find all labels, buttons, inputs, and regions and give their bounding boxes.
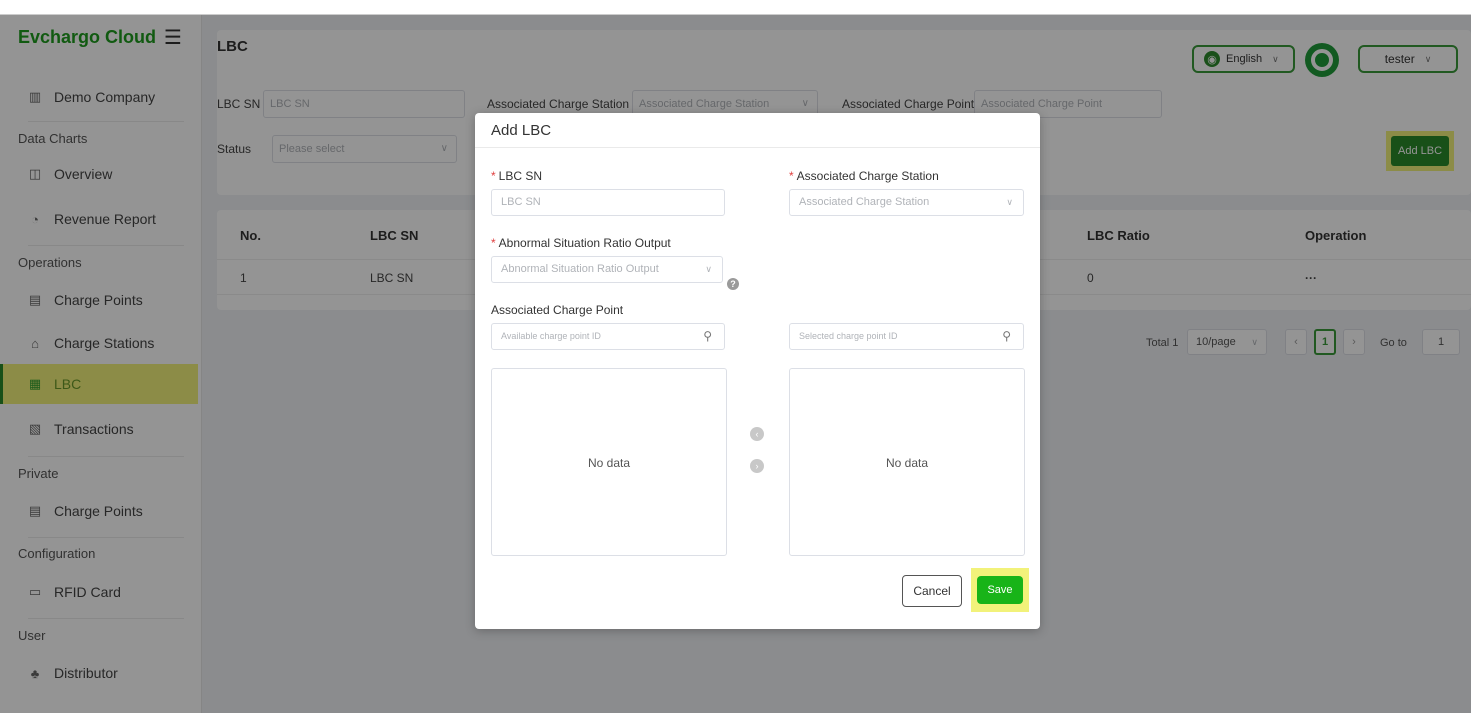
dialog-divider [475, 147, 1040, 148]
app-frame: Evchargo Cloud ☰ ▥ Demo Company Data Cha… [0, 14, 1471, 713]
ratio-output-label: * Abnormal Situation Ratio Output [491, 236, 671, 250]
placeholder-text: Selected charge point ID [799, 331, 898, 341]
chevron-down-icon: ∨ [705, 264, 712, 274]
placeholder-text: Associated Charge Station [799, 196, 930, 208]
label-text: Abnormal Situation Ratio Output [498, 236, 671, 250]
label-text: Associated Charge Station [796, 169, 939, 183]
station-select[interactable]: Associated Charge Station ∨ [789, 189, 1024, 216]
save-button[interactable]: Save [977, 576, 1023, 604]
dialog-title: Add LBC [491, 122, 552, 139]
ratio-output-select[interactable]: Abnormal Situation Ratio Output ∨ [491, 256, 723, 283]
chevron-down-icon: ∨ [1006, 197, 1013, 207]
cancel-button[interactable]: Cancel [902, 575, 962, 607]
search-icon: ⚲ [1002, 329, 1011, 343]
lbc-sn-input[interactable]: LBC SN [491, 189, 725, 216]
required-mark: * [789, 169, 794, 183]
charge-point-label: Associated Charge Point [491, 303, 624, 317]
placeholder-text: Abnormal Situation Ratio Output [501, 263, 659, 275]
search-icon: ⚲ [703, 329, 712, 343]
placeholder-text: LBC SN [501, 196, 541, 208]
move-left-button[interactable]: ‹ [750, 427, 764, 441]
label-text: LBC SN [498, 169, 543, 183]
empty-state: No data [885, 456, 929, 470]
move-right-button[interactable]: › [750, 459, 764, 473]
required-mark: * [491, 169, 496, 183]
lbc-sn-label: * LBC SN [491, 169, 542, 183]
selected-list: No data [789, 368, 1025, 556]
available-search-input[interactable]: Available charge point ID ⚲ [491, 323, 725, 350]
add-lbc-dialog: Add LBC * LBC SN LBC SN * Associated Charg… [475, 113, 1040, 629]
empty-state: No data [587, 456, 631, 470]
placeholder-text: Available charge point ID [501, 331, 601, 341]
required-mark: * [491, 236, 496, 250]
available-list: No data [491, 368, 727, 556]
station-label: * Associated Charge Station [789, 169, 939, 183]
selected-search-input[interactable]: Selected charge point ID ⚲ [789, 323, 1024, 350]
help-icon[interactable]: ? [727, 278, 739, 290]
